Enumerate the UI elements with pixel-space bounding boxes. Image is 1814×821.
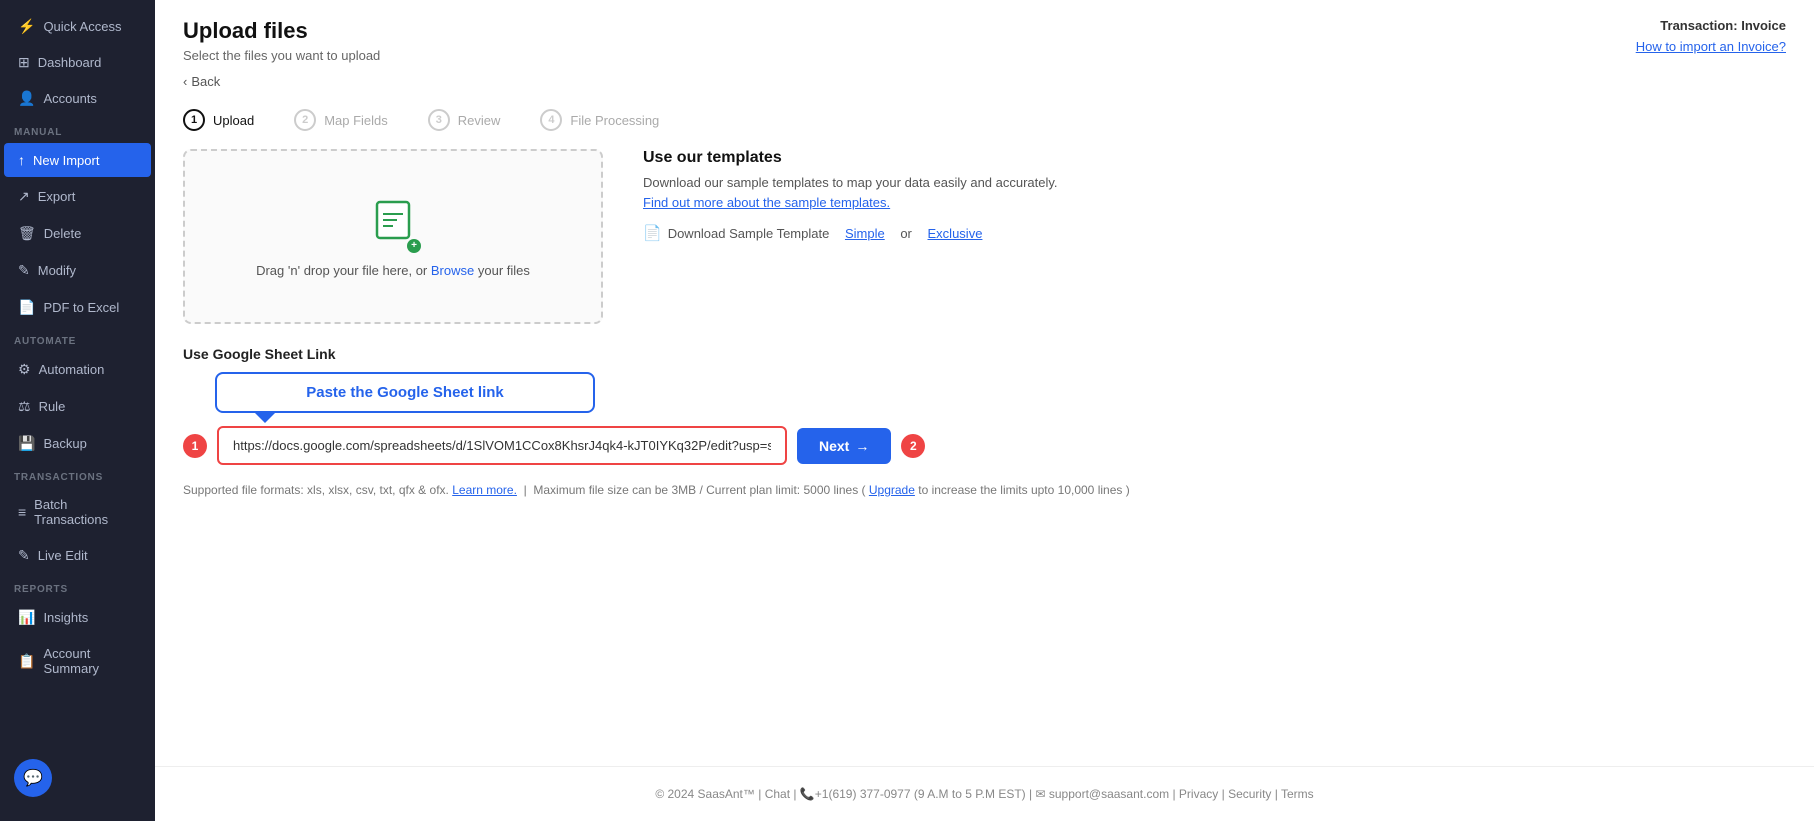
steps-row: 1 Upload 2 Map Fields 3 Review 4 File Pr… xyxy=(183,109,1786,131)
page-title: Upload files xyxy=(183,18,380,44)
delete-icon: 🗑 xyxy=(18,225,36,242)
how-to-link[interactable]: How to import an Invoice? xyxy=(1636,39,1786,54)
automation-icon: ⚙ xyxy=(18,361,31,378)
topbar-right: Transaction: Invoice How to import an In… xyxy=(1636,18,1786,54)
sidebar-item-delete[interactable]: 🗑 Delete xyxy=(4,216,151,251)
google-sheet-input[interactable] xyxy=(217,426,787,465)
privacy-link[interactable]: Privacy xyxy=(1179,787,1218,801)
pdf-icon: 📄 xyxy=(18,299,35,316)
simple-template-link[interactable]: Simple xyxy=(845,226,885,241)
sidebar-item-live-edit[interactable]: ✎ Live Edit xyxy=(4,538,151,573)
google-sheet-section: Use Google Sheet Link Paste the Google S… xyxy=(183,346,1786,497)
sidebar-item-pdf-to-excel[interactable]: 📄 PDF to Excel xyxy=(4,290,151,325)
template-desc: Download our sample templates to map you… xyxy=(643,173,1786,212)
formats-text: Supported file formats: xls, xlsx, csv, … xyxy=(183,483,1786,497)
chat-link[interactable]: Chat xyxy=(765,787,790,801)
sidebar-item-automation[interactable]: ⚙ Automation xyxy=(4,352,151,387)
sidebar-item-backup[interactable]: 💾 Backup xyxy=(4,426,151,461)
step-file-processing: 4 File Processing xyxy=(540,109,659,131)
next-arrow-icon: → xyxy=(855,438,869,454)
automate-section-label: AUTOMATE xyxy=(0,326,155,351)
title-area: Upload files Select the files you want t… xyxy=(183,18,380,63)
exclusive-template-link[interactable]: Exclusive xyxy=(928,226,983,241)
back-chevron-icon: ‹ xyxy=(183,74,187,89)
step-review: 3 Review xyxy=(428,109,501,131)
insights-icon: 📊 xyxy=(18,609,35,626)
sidebar-item-export[interactable]: ↗ Export xyxy=(4,179,151,214)
upload-row: + Drag 'n' drop your file here, or Brows… xyxy=(183,149,1786,324)
doc-icon: 📄 xyxy=(643,224,662,242)
upgrade-link[interactable]: Upgrade xyxy=(869,483,915,497)
template-title: Use our templates xyxy=(643,149,1786,167)
topbar: Upload files Select the files you want t… xyxy=(155,0,1814,63)
sidebar-item-dashboard[interactable]: ⊞ Dashboard xyxy=(4,45,151,80)
plus-badge: + xyxy=(407,239,421,253)
terms-link[interactable]: Terms xyxy=(1281,787,1314,801)
sidebar: ⚡ Quick Access ⊞ Dashboard 👤 Accounts MA… xyxy=(0,0,155,821)
paste-tooltip-text: Paste the Google Sheet link xyxy=(306,384,504,401)
security-link[interactable]: Security xyxy=(1228,787,1271,801)
chat-button[interactable]: 💬 xyxy=(14,759,52,797)
modify-icon: ✎ xyxy=(18,262,30,279)
sidebar-item-rule[interactable]: ⚖ Rule xyxy=(4,389,151,424)
sidebar-item-insights[interactable]: 📊 Insights xyxy=(4,600,151,635)
backup-icon: 💾 xyxy=(18,435,35,452)
next-button[interactable]: Next → xyxy=(797,428,891,464)
account-summary-icon: 📋 xyxy=(18,653,35,670)
new-import-icon: ↑ xyxy=(18,152,25,168)
google-sheet-label: Use Google Sheet Link xyxy=(183,346,1786,362)
paste-tooltip-wrapper: Paste the Google Sheet link xyxy=(215,372,595,428)
template-info: Use our templates Download our sample te… xyxy=(643,149,1786,324)
chat-icon: 💬 xyxy=(23,768,43,788)
sidebar-item-quick-access[interactable]: ⚡ Quick Access xyxy=(4,9,151,44)
footer: © 2024 SaasAnt™ | Chat | 📞+1(619) 377-09… xyxy=(155,766,1814,821)
drop-text: Drag 'n' drop your file here, or Browse … xyxy=(256,263,530,278)
export-icon: ↗ xyxy=(18,188,30,205)
drop-zone[interactable]: + Drag 'n' drop your file here, or Brows… xyxy=(183,149,603,324)
template-download: 📄 Download Sample Template Simple or Exc… xyxy=(643,224,1786,242)
live-edit-icon: ✎ xyxy=(18,547,30,564)
upload-icon: + xyxy=(369,196,417,253)
quick-access-icon: ⚡ xyxy=(18,18,35,35)
step-1-circle: 1 xyxy=(183,109,205,131)
step-badge-2: 2 xyxy=(901,434,925,458)
dashboard-icon: ⊞ xyxy=(18,54,30,71)
rule-icon: ⚖ xyxy=(18,398,31,415)
step-map-fields: 2 Map Fields xyxy=(294,109,388,131)
content-area: 1 Upload 2 Map Fields 3 Review 4 File Pr… xyxy=(155,91,1814,766)
back-button[interactable]: ‹ Back xyxy=(183,74,220,89)
template-learn-link[interactable]: Find out more about the sample templates… xyxy=(643,195,890,210)
batch-icon: ≡ xyxy=(18,504,26,520)
step-4-circle: 4 xyxy=(540,109,562,131)
manual-section-label: MANUAL xyxy=(0,117,155,142)
browse-link[interactable]: Browse xyxy=(431,263,474,278)
reports-section-label: REPORTS xyxy=(0,574,155,599)
back-row: ‹ Back xyxy=(155,63,1814,91)
sidebar-item-accounts[interactable]: 👤 Accounts xyxy=(4,81,151,116)
google-sheet-input-row: 1 Next → 2 xyxy=(183,426,1786,465)
page-subtitle: Select the files you want to upload xyxy=(183,48,380,63)
sidebar-item-new-import[interactable]: ↑ New Import xyxy=(4,143,151,177)
sidebar-item-account-summary[interactable]: 📋 Account Summary xyxy=(4,637,151,685)
step-3-circle: 3 xyxy=(428,109,450,131)
sidebar-item-modify[interactable]: ✎ Modify xyxy=(4,253,151,288)
paste-tooltip-box: Paste the Google Sheet link xyxy=(215,372,595,413)
step-badge-1: 1 xyxy=(183,434,207,458)
transactions-section-label: TRANSACTIONS xyxy=(0,462,155,487)
main-content: Upload files Select the files you want t… xyxy=(155,0,1814,821)
paste-tooltip-arrow xyxy=(255,413,275,423)
transaction-label: Transaction: Invoice xyxy=(1660,18,1786,33)
step-2-circle: 2 xyxy=(294,109,316,131)
step-upload: 1 Upload xyxy=(183,109,254,131)
accounts-icon: 👤 xyxy=(18,90,35,107)
sidebar-item-batch-transactions[interactable]: ≡ Batch Transactions xyxy=(4,488,151,536)
learn-more-link[interactable]: Learn more. xyxy=(452,483,517,497)
